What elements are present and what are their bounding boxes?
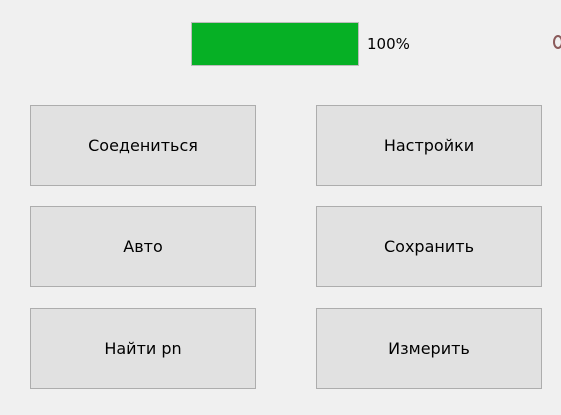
save-button[interactable]: Сохранить xyxy=(316,206,542,287)
partially-hidden-icon xyxy=(553,35,561,49)
progress-percent-label: 100% xyxy=(367,35,410,53)
progress-bar xyxy=(191,22,359,66)
measure-button[interactable]: Измерить xyxy=(316,308,542,389)
connect-button[interactable]: Соедениться xyxy=(30,105,256,186)
settings-button[interactable]: Настройки xyxy=(316,105,542,186)
progress-fill xyxy=(192,23,358,65)
auto-button[interactable]: Авто xyxy=(30,206,256,287)
find-pn-button[interactable]: Найти pn xyxy=(30,308,256,389)
